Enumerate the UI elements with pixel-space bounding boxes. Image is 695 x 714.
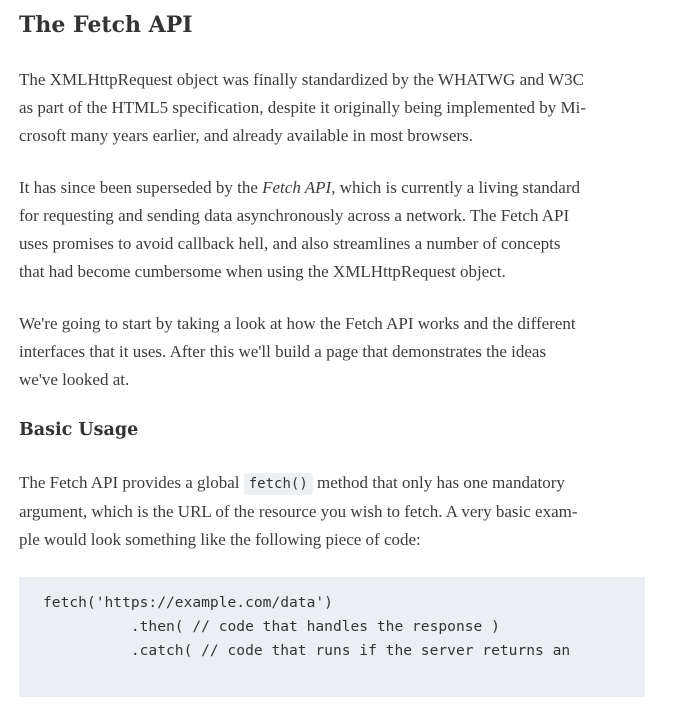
paragraph-line: argument, which is the URL of the resour…: [19, 502, 578, 521]
code-block[interactable]: fetch('https://example.com/data') .then(…: [19, 577, 645, 697]
text-run: , which is currently a living standard: [331, 178, 581, 197]
paragraph-line: for requesting and sending data asynchro…: [19, 206, 570, 225]
paragraph-line: interfaces that it uses. After this we'l…: [19, 342, 547, 361]
paragraph-line: It has since been superseded by the Fetc…: [19, 174, 645, 202]
basic-usage-paragraph: The Fetch API provides a global fetch() …: [19, 469, 645, 554]
text-run: method that only has one mandatory: [312, 473, 565, 492]
paragraph-line: We're going to start by taking a look at…: [19, 314, 576, 333]
plan-paragraph: We're going to start by taking a look at…: [19, 310, 645, 394]
code-content: fetch('https://example.com/data') .then(…: [43, 591, 570, 663]
code-line: .catch( // code that runs if the server …: [43, 642, 571, 659]
fetch-api-emphasis: Fetch API: [262, 178, 332, 197]
paragraph-line: crosoft many years earlier, and already …: [19, 126, 473, 145]
paragraph-line: The XMLHttpRequest object was finally st…: [19, 70, 584, 89]
paragraph-line: uses promises to avoid callback hell, an…: [19, 234, 561, 253]
text-run: The Fetch API provides a global: [19, 473, 244, 492]
section-heading-basic-usage: Basic Usage: [19, 420, 139, 440]
paragraph-line: that had become cumbersome when using th…: [19, 262, 506, 281]
inline-code-fetch: fetch(): [243, 473, 313, 495]
text-run: It has since been superseded by the: [19, 178, 263, 197]
page-title: The Fetch API: [19, 12, 193, 38]
code-line: .then( // code that handles the response…: [43, 618, 500, 635]
paragraph-line: The Fetch API provides a global fetch() …: [19, 469, 645, 498]
code-line: fetch('https://example.com/data'): [43, 594, 333, 611]
paragraph-line: ple would look something like the follow…: [19, 530, 421, 549]
intro-paragraph: The XMLHttpRequest object was finally st…: [19, 66, 645, 150]
paragraph-line: we've looked at.: [19, 370, 130, 389]
paragraph-line: as part of the HTML5 specification, desp…: [19, 98, 587, 117]
superseded-paragraph: It has since been superseded by the Fetc…: [19, 174, 645, 286]
